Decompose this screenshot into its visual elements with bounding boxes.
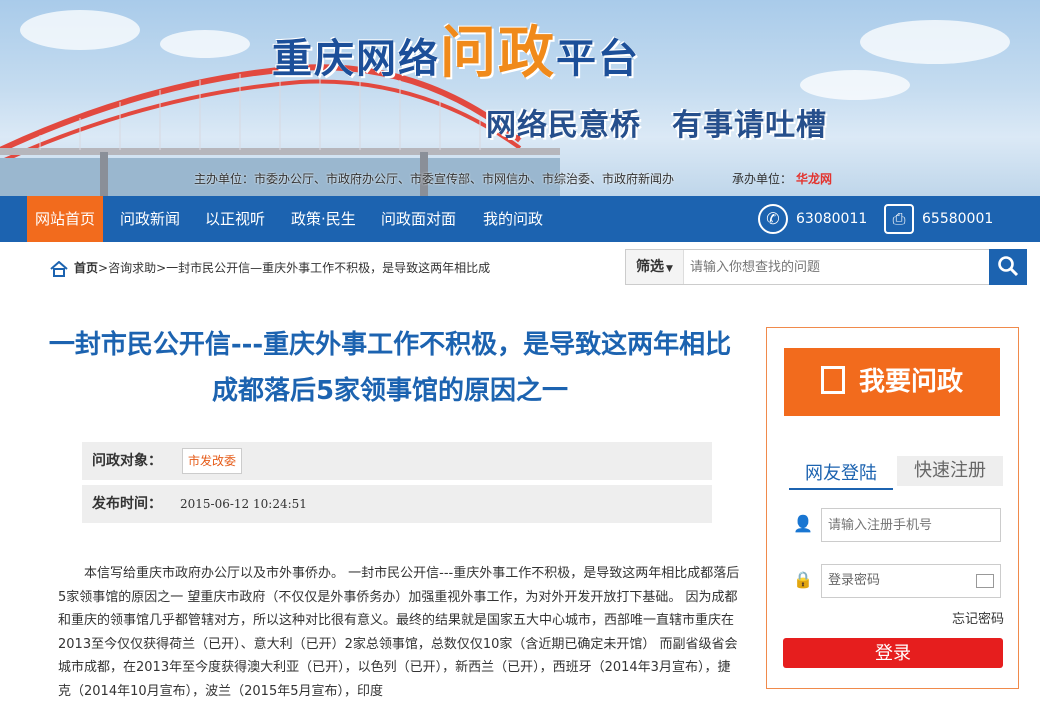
filter-dropdown[interactable]: 筛选 ▼: [626, 250, 684, 284]
ask-question-button[interactable]: 我要问政: [784, 348, 1000, 416]
search-icon: [998, 255, 1019, 276]
cloud-decoration: [860, 20, 1010, 64]
filter-label: 筛选: [636, 259, 665, 275]
time-row: 发布时间： 2015-06-12 10:24:51: [82, 485, 712, 523]
breadcrumb-path: >咨询求助>一封市民公开信—重庆外事工作不积极，是导致这两年相比成: [98, 261, 491, 275]
lock-icon: 🔒: [793, 570, 813, 589]
target-tag[interactable]: 市发改委: [182, 448, 243, 474]
tab-login[interactable]: 网友登陆: [789, 458, 893, 490]
sidebar-login-panel: 我要问政 网友登陆 快速注册 👤 🔒 登录密码 忘记密码 登录: [766, 327, 1019, 689]
login-button[interactable]: 登录: [783, 638, 1003, 668]
publish-time: 2015-06-12 10:24:51: [180, 497, 307, 511]
sponsor-text: 主办单位：市委办公厅、市政府办公厅、市委宣传部、市网信办、市综治委、市政府新闻办: [194, 172, 675, 186]
site-title: 重庆网络问政平台: [272, 8, 640, 89]
header-banner: 重庆网络问政平台 网络民意桥 有事请吐槽 主办单位：市委办公厅、市政府办公厅、市…: [0, 0, 1040, 196]
article-body: 本信写给重庆市政府办公厅以及市外事侨办。 一封市民公开信---重庆外事工作不积极…: [58, 566, 740, 699]
forgot-password-link[interactable]: 忘记密码: [952, 608, 1004, 627]
ask-question-label: 我要问政: [858, 367, 963, 397]
site-title-part2: 问政: [440, 21, 556, 86]
nav-mine[interactable]: 我的问政: [475, 196, 551, 242]
nav-news[interactable]: 问政新闻: [112, 196, 188, 242]
site-title-part3: 平台: [556, 36, 640, 82]
document-icon: [820, 366, 845, 394]
slogan: 网络民意桥 有事请吐槽: [486, 108, 827, 143]
phone-input[interactable]: [821, 508, 1001, 542]
organizer: 承办单位： 华龙网: [732, 170, 832, 187]
organizer-label: 承办单位：: [732, 172, 793, 186]
phone-icon: ✆: [758, 204, 788, 234]
site-title-part1: 重庆网络: [272, 36, 440, 82]
nav-home[interactable]: 网站首页: [27, 196, 104, 242]
user-icon: 👤: [793, 514, 813, 533]
hualong-logo[interactable]: 华龙网: [796, 170, 832, 187]
home-icon: [50, 260, 68, 277]
breadcrumb: 首页>咨询求助>一封市民公开信—重庆外事工作不积极，是导致这两年相比成: [50, 259, 490, 277]
nav-rumor[interactable]: 以正视听: [197, 196, 273, 242]
tab-register[interactable]: 快速注册: [897, 456, 1003, 486]
hotline-2-number: 65580001: [922, 211, 994, 227]
time-label: 发布时间：: [92, 496, 162, 512]
hotline-1-number: 63080011: [796, 211, 868, 227]
target-label: 问政对象：: [92, 453, 162, 469]
nav-policy[interactable]: 政策·民生: [283, 196, 364, 242]
password-placeholder: 登录密码: [828, 573, 881, 588]
search-button[interactable]: [989, 249, 1027, 285]
breadcrumb-home[interactable]: 首页: [74, 261, 98, 275]
fax-icon: ⎙: [884, 204, 914, 234]
keyboard-icon[interactable]: [976, 574, 994, 588]
hotline-2: ⎙ 65580001: [884, 204, 993, 234]
main-nav: 网站首页 问政新闻 以正视听 政策·民生 问政面对面 我的问政 ✆ 6308001…: [0, 196, 1040, 242]
target-row: 问政对象： 市发改委: [82, 442, 712, 480]
password-field[interactable]: 登录密码: [821, 564, 1001, 598]
article-title: 一封市民公开信---重庆外事工作不积极，是导致这两年相比成都落后5家领事馆的原因…: [48, 330, 732, 406]
hotline-1: ✆ 63080011: [758, 204, 867, 234]
cloud-decoration: [800, 70, 910, 100]
nav-face[interactable]: 问政面对面: [373, 196, 464, 242]
chevron-down-icon: ▼: [666, 264, 673, 274]
search-bar: 筛选 ▼: [625, 249, 1027, 285]
search-input[interactable]: [686, 250, 986, 284]
